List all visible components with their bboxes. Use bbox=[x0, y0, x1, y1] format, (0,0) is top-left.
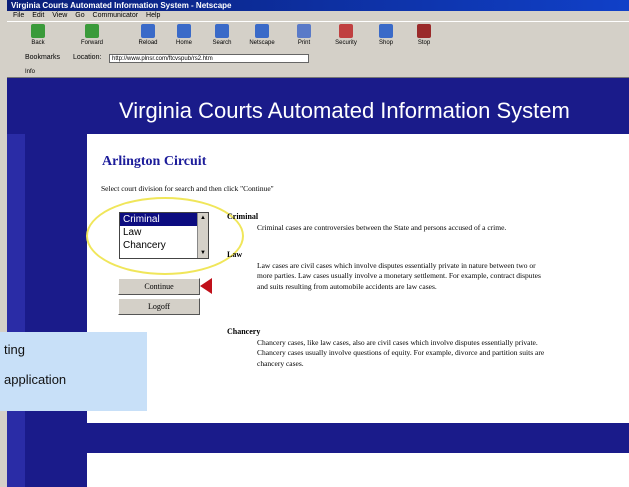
browser-window: Virginia Courts Automated Information Sy… bbox=[0, 0, 629, 487]
home-button[interactable]: Home bbox=[167, 24, 201, 46]
security-icon bbox=[339, 24, 353, 38]
info-row: Info bbox=[7, 67, 629, 78]
chancery-description: Chancery Chancery cases, like law cases,… bbox=[227, 327, 547, 369]
security-button[interactable]: Security bbox=[329, 24, 363, 46]
search-icon bbox=[215, 24, 229, 38]
division-option-criminal[interactable]: Criminal bbox=[120, 213, 208, 226]
callout-box: ting application bbox=[0, 332, 147, 411]
site-title: Virginia Courts Automated Information Sy… bbox=[119, 98, 570, 123]
stop-button[interactable]: Stop bbox=[407, 24, 441, 46]
back-icon bbox=[31, 24, 45, 38]
menu-help[interactable]: Help bbox=[146, 12, 160, 19]
scroll-down-icon[interactable]: ▼ bbox=[198, 248, 208, 258]
scroll-up-icon[interactable]: ▲ bbox=[198, 213, 208, 223]
menu-communicator[interactable]: Communicator bbox=[93, 12, 139, 19]
reload-button[interactable]: Reload bbox=[131, 24, 165, 46]
logoff-button[interactable]: Logoff bbox=[118, 298, 200, 315]
chancery-title: Chancery bbox=[227, 327, 261, 336]
print-button[interactable]: Print bbox=[287, 24, 321, 46]
window-title: Virginia Courts Automated Information Sy… bbox=[7, 0, 629, 11]
division-option-chancery[interactable]: Chancery bbox=[120, 239, 208, 252]
reload-icon bbox=[141, 24, 155, 38]
pointer-arrow-icon bbox=[200, 278, 212, 294]
bookmarks-button[interactable]: Bookmarks bbox=[25, 54, 60, 61]
criminal-text: Criminal cases are controversies between… bbox=[257, 222, 507, 232]
menu-file[interactable]: File bbox=[13, 12, 24, 19]
criminal-title: Criminal bbox=[227, 212, 259, 221]
callout-line-1: ting bbox=[4, 342, 25, 357]
home-icon bbox=[177, 24, 191, 38]
page-heading: Arlington Circuit bbox=[102, 154, 207, 169]
netscape-button[interactable]: Netscape bbox=[245, 24, 279, 46]
column-shading bbox=[7, 134, 25, 487]
forward-button[interactable]: Forward bbox=[75, 24, 109, 46]
netscape-icon bbox=[255, 24, 269, 38]
criminal-description: Criminal Criminal cases are controversie… bbox=[227, 212, 547, 233]
instruction-text: Select court division for search and the… bbox=[101, 184, 274, 193]
location-bar: Bookmarks Location: http://www.plnsr.com… bbox=[7, 51, 629, 67]
listbox-scrollbar[interactable]: ▲ ▼ bbox=[197, 213, 208, 258]
info-button[interactable]: Info bbox=[25, 69, 35, 75]
forward-icon bbox=[85, 24, 99, 38]
navigation-toolbar: Back Forward Reload Home Search Netscape… bbox=[7, 21, 629, 52]
url-field[interactable]: http://www.plnsr.com/ftcvspub/rs2.htm bbox=[109, 54, 309, 63]
menu-go[interactable]: Go bbox=[75, 12, 84, 19]
chancery-text: Chancery cases, like law cases, also are… bbox=[257, 337, 545, 368]
page-content: Virginia Courts Automated Information Sy… bbox=[7, 78, 629, 487]
continue-button[interactable]: Continue bbox=[118, 278, 200, 295]
back-button[interactable]: Back bbox=[21, 24, 55, 46]
law-title: Law bbox=[227, 250, 243, 259]
division-option-law[interactable]: Law bbox=[120, 226, 208, 239]
top-banner-strip bbox=[7, 78, 629, 96]
menu-view[interactable]: View bbox=[52, 12, 67, 19]
division-listbox[interactable]: Criminal Law Chancery ▲ ▼ bbox=[119, 212, 209, 259]
shop-icon bbox=[379, 24, 393, 38]
callout-line-2: application bbox=[4, 372, 67, 387]
law-text: Law cases are civil cases which involve … bbox=[257, 260, 541, 291]
print-icon bbox=[297, 24, 311, 38]
location-label: Location: bbox=[73, 54, 102, 61]
shop-button[interactable]: Shop bbox=[369, 24, 403, 46]
stop-icon bbox=[417, 24, 431, 38]
search-button[interactable]: Search bbox=[205, 24, 239, 46]
footer-bar bbox=[87, 423, 629, 453]
menu-bar: File Edit View Go Communicator Help bbox=[7, 11, 629, 21]
menu-edit[interactable]: Edit bbox=[32, 12, 44, 19]
law-description: Law Law cases are civil cases which invo… bbox=[227, 250, 547, 292]
